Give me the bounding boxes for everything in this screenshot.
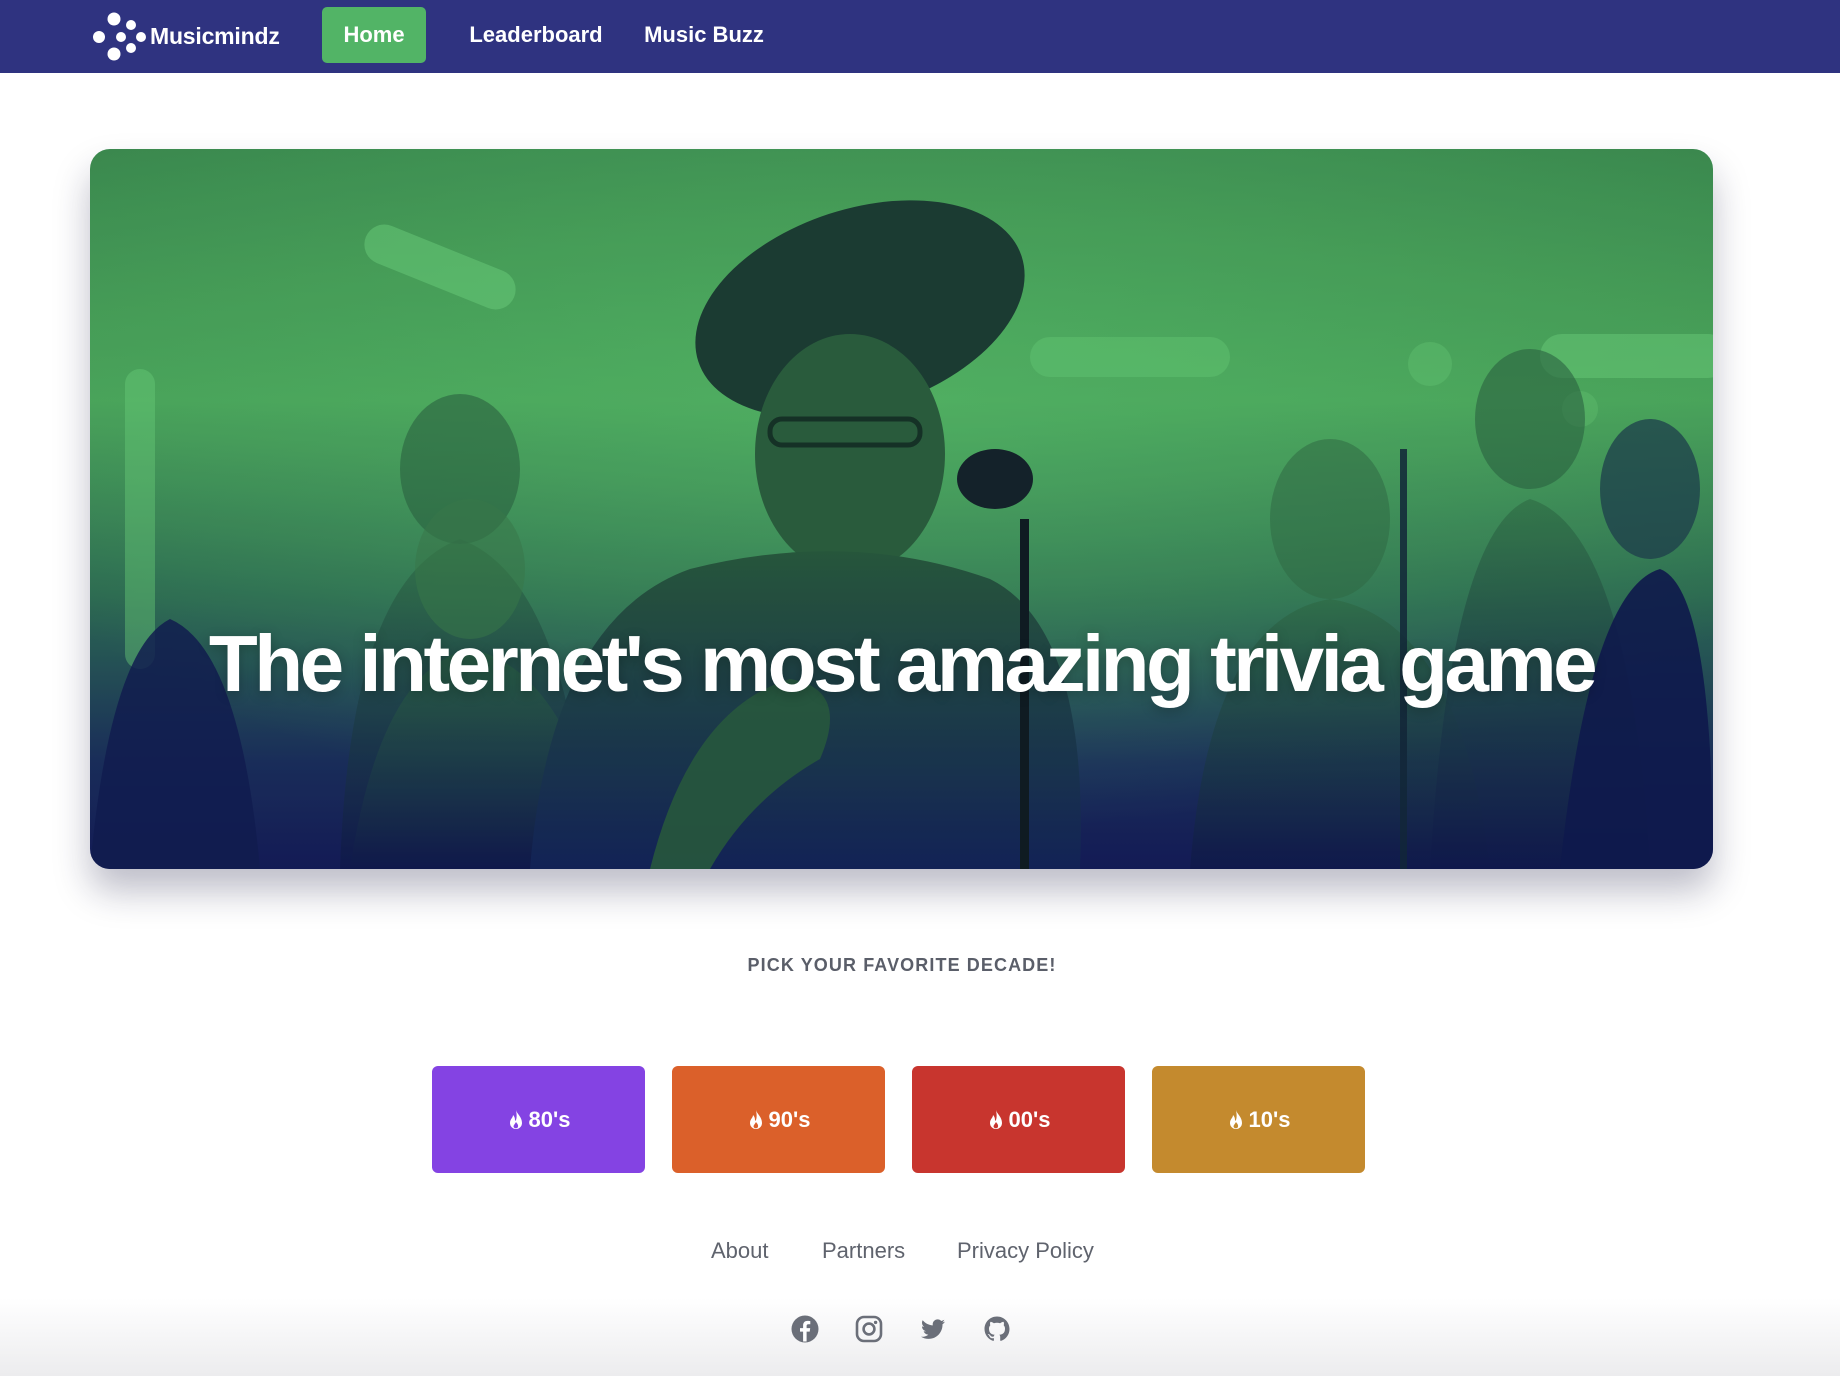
- decade-00s-button[interactable]: 00's: [912, 1066, 1125, 1173]
- brand-home-link[interactable]: Musicmindz: [90, 9, 280, 64]
- fire-icon: [1229, 1109, 1242, 1129]
- hero-title: The internet's most amazing trivia game: [208, 619, 1598, 708]
- hero-banner: The internet's most amazing trivia game: [90, 149, 1713, 869]
- fire-icon: [989, 1109, 1002, 1129]
- fire-icon: [509, 1109, 522, 1129]
- instagram-icon[interactable]: [854, 1314, 884, 1344]
- decade-90s-label: 90's: [768, 1106, 811, 1132]
- nav-leaderboard[interactable]: Leaderboard: [456, 7, 616, 63]
- top-navbar: Musicmindz Home Leaderboard Music Buzz: [0, 0, 1840, 73]
- footer-privacy-link[interactable]: Privacy Policy: [957, 1238, 1094, 1264]
- decade-10s-button[interactable]: 10's: [1152, 1066, 1365, 1173]
- footer-about-link[interactable]: About: [711, 1238, 769, 1264]
- decade-80s-label: 80's: [528, 1106, 571, 1132]
- decade-00s-label: 00's: [1008, 1106, 1051, 1132]
- nav-music-buzz[interactable]: Music Buzz: [636, 7, 772, 63]
- github-icon[interactable]: [982, 1314, 1012, 1344]
- fire-icon: [749, 1109, 762, 1129]
- decade-80s-button[interactable]: 80's: [432, 1066, 645, 1173]
- pick-decade-heading: PICK YOUR FAVORITE DECADE!: [747, 955, 1057, 975]
- hero-photo: [90, 149, 1713, 869]
- dots-logo-icon: [93, 12, 146, 61]
- decade-90s-button[interactable]: 90's: [672, 1066, 885, 1173]
- nav-home[interactable]: Home: [322, 7, 426, 63]
- twitter-icon[interactable]: [918, 1314, 948, 1344]
- footer-partners-link[interactable]: Partners: [822, 1238, 905, 1264]
- decade-10s-label: 10's: [1248, 1106, 1291, 1132]
- brand-name: Musicmindz: [150, 23, 280, 49]
- facebook-icon[interactable]: [790, 1314, 820, 1344]
